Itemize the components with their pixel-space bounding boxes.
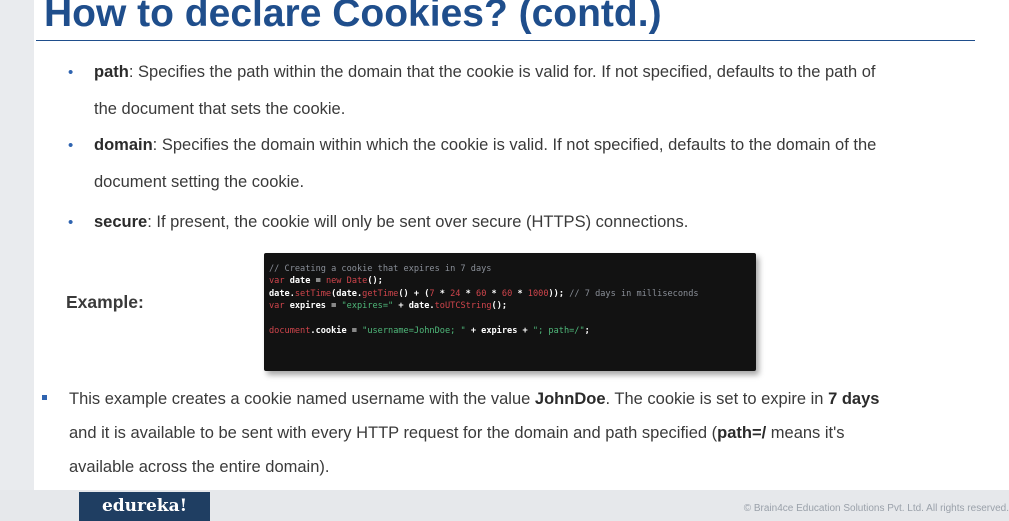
- example-explanation: This example creates a cookie named user…: [42, 382, 879, 484]
- code-operator: *: [434, 288, 451, 299]
- code-function: setTime: [294, 288, 332, 299]
- bullet-path: • path: Specifies the path within the do…: [68, 54, 875, 128]
- code-identifier: (date.: [331, 288, 363, 299]
- note-line: and it is available to be sent with ever…: [42, 416, 879, 450]
- note-bold: JohnDoe: [534, 390, 606, 408]
- code-identifier: date: [284, 276, 316, 287]
- code-string: "; path=/": [532, 325, 585, 336]
- bullet-secure: • secure: If present, the cookie will on…: [68, 204, 688, 241]
- code-line: document.cookie = "username=JohnDoe; " +…: [269, 325, 756, 337]
- code-keyword: new: [325, 276, 342, 287]
- code-punct: () + (: [398, 288, 430, 299]
- code-line: date.setTime(date.getTime() + (7 * 24 * …: [269, 288, 756, 300]
- example-label: Example:: [66, 292, 144, 312]
- bullet-line: path: Specifies the path within the doma…: [72, 54, 875, 91]
- code-punct: ();: [367, 276, 383, 287]
- note-text: . The cookie is set to expire in: [605, 390, 829, 408]
- code-function: toUTCString: [434, 301, 492, 312]
- code-operator: *: [460, 288, 477, 299]
- code-identifier: + date.: [393, 301, 435, 312]
- code-function: Date: [341, 276, 368, 287]
- bullet-term: domain: [94, 136, 153, 154]
- code-string: "username=JohnDoe; ": [362, 325, 466, 336]
- code-string: "expires=": [341, 301, 394, 312]
- bullet-text: : Specifies the domain within which the …: [152, 136, 877, 154]
- note-bold: path=/: [717, 424, 767, 442]
- code-punct: ();: [491, 301, 508, 312]
- code-operator: *: [486, 288, 502, 299]
- square-bullet-icon: [42, 395, 47, 400]
- bullet-line: document setting the cookie.: [94, 173, 305, 191]
- code-function: getTime: [362, 288, 399, 299]
- code-number: 1000: [527, 288, 549, 299]
- bullet-line: domain: Specifies the domain within whic…: [72, 127, 876, 164]
- note-text: This example creates a cookie named user…: [69, 390, 535, 408]
- bullet-dot-icon: •: [68, 137, 74, 154]
- note-text: means it's: [766, 424, 845, 442]
- code-operator: =: [331, 301, 342, 312]
- bullet-line: the document that sets the cookie.: [94, 100, 346, 118]
- bullet-dot-icon: •: [68, 64, 74, 81]
- code-identifier: + expires +: [465, 325, 533, 336]
- code-number: 60: [501, 288, 513, 299]
- copyright-text: © Brain4ce Education Solutions Pvt. Ltd.…: [743, 503, 1009, 514]
- code-snippet: // Creating a cookie that expires in 7 d…: [264, 253, 756, 371]
- note-line: This example creates a cookie named user…: [42, 382, 879, 416]
- edureka-logo: edureka!: [79, 492, 210, 521]
- code-operator: =: [315, 276, 326, 287]
- bullet-text: : If present, the cookie will only be se…: [147, 213, 689, 231]
- note-line: available across the entire domain).: [69, 458, 330, 476]
- code-keyword: var: [269, 301, 285, 312]
- code-comment: // Creating a cookie that expires in 7 d…: [269, 264, 492, 274]
- note-bold: 7 days: [828, 390, 880, 408]
- code-comment: // 7 days in milliseconds: [569, 288, 699, 299]
- page-title: How to declare Cookies? (contd.): [44, 0, 662, 35]
- code-number: 24: [450, 288, 461, 299]
- bullet-term: secure: [94, 213, 148, 231]
- code-punct: ;: [584, 325, 590, 336]
- note-text: and it is available to be sent with ever…: [69, 424, 718, 442]
- bullet-term: path: [94, 63, 129, 81]
- code-identifier: .cookie =: [310, 325, 363, 336]
- code-identifier: expires: [284, 301, 332, 312]
- code-identifier: date.: [269, 288, 295, 299]
- code-line: var date = new Date();: [269, 275, 756, 287]
- code-keyword: var: [269, 276, 285, 287]
- code-number: 60: [476, 288, 487, 299]
- bullet-line: secure: If present, the cookie will only…: [72, 204, 688, 241]
- code-punct: ));: [548, 288, 570, 299]
- bullet-domain: • domain: Specifies the domain within wh…: [68, 127, 876, 201]
- code-keyword: document: [269, 325, 311, 336]
- bullet-text: : Specifies the path within the domain t…: [128, 63, 876, 81]
- title-underline: [36, 40, 975, 41]
- bullet-dot-icon: •: [68, 214, 74, 231]
- code-line: var expires = "expires=" + date.toUTCStr…: [269, 300, 756, 312]
- code-operator: *: [512, 288, 528, 299]
